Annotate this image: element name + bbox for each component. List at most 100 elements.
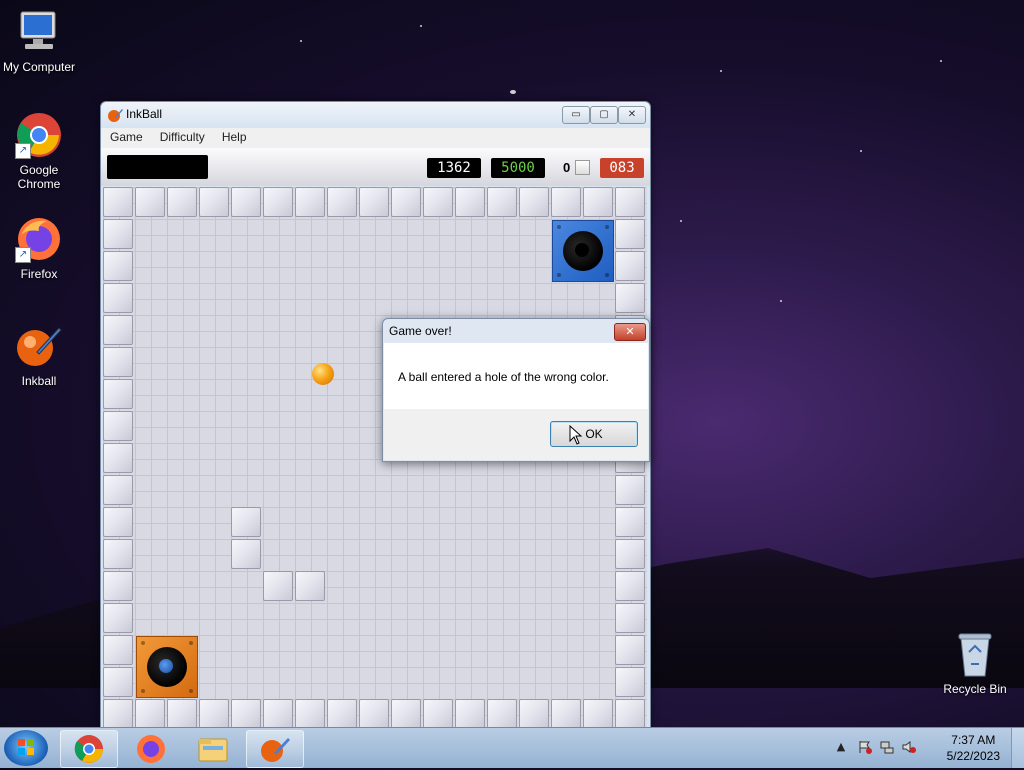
- star: [680, 220, 682, 222]
- start-button[interactable]: [4, 730, 48, 766]
- score-bar: 1362 5000 0 083: [101, 148, 650, 186]
- wall-block: [615, 219, 645, 249]
- menu-game[interactable]: Game: [101, 128, 151, 144]
- wall-block: [519, 699, 549, 729]
- star: [300, 40, 302, 42]
- action-center-flag-icon[interactable]: [858, 740, 872, 754]
- close-icon: ✕: [625, 325, 635, 338]
- desktop-icon-label: Recycle Bin: [943, 682, 1007, 696]
- wall-block: [615, 539, 645, 569]
- wall-block: [103, 507, 133, 537]
- desktop-icon-recycle-bin[interactable]: Recycle Bin: [936, 630, 1014, 696]
- taskbar-chrome[interactable]: [60, 730, 118, 768]
- show-desktop-button[interactable]: [1011, 728, 1024, 768]
- desktop-icon-my-computer[interactable]: My Computer: [0, 8, 78, 74]
- minimize-button[interactable]: ▭: [562, 106, 590, 124]
- hole-core: [159, 659, 173, 673]
- rivet: [189, 689, 193, 693]
- shortcut-arrow-icon: ↗: [15, 143, 31, 159]
- network-icon[interactable]: [880, 740, 894, 754]
- target-score: 5000: [491, 158, 545, 178]
- show-hidden-icons-arrow-icon[interactable]: ▲: [834, 740, 848, 754]
- wall-block: [615, 283, 645, 313]
- wall-block: [295, 571, 325, 601]
- menu-difficulty[interactable]: Difficulty: [151, 128, 213, 144]
- close-button[interactable]: ✕: [618, 106, 646, 124]
- wall-block: [103, 539, 133, 569]
- wall-block: [327, 699, 357, 729]
- clock-date: 5/22/2023: [946, 749, 1000, 763]
- dialog-title: Game over!: [389, 324, 452, 338]
- taskbar-inkball[interactable]: [246, 730, 304, 768]
- wall-block: [327, 187, 357, 217]
- wall-block: [487, 699, 517, 729]
- wall-block: [103, 667, 133, 697]
- maximize-button[interactable]: ▢: [590, 106, 618, 124]
- wall-block: [359, 187, 389, 217]
- wall-block: [295, 699, 325, 729]
- wall-block: [615, 187, 645, 217]
- wall-block: [263, 187, 293, 217]
- orange-ball: [312, 363, 334, 385]
- clock[interactable]: 7:37 AM 5/22/2023: [947, 732, 1000, 764]
- wall-block: [199, 699, 229, 729]
- close-icon: ✕: [627, 109, 637, 120]
- dialog-close-button[interactable]: ✕: [614, 323, 646, 341]
- dialog-message: A ball entered a hole of the wrong color…: [398, 370, 609, 384]
- wall-block: [103, 635, 133, 665]
- wall-block: [103, 315, 133, 345]
- wall-block: [615, 475, 645, 505]
- wall-block: [199, 187, 229, 217]
- wall-block: [103, 187, 133, 217]
- desktop-icon-inkball[interactable]: Inkball: [0, 322, 78, 388]
- balls-remaining-indicator: [575, 160, 590, 175]
- wall-block: [103, 411, 133, 441]
- dialog-footer: OK: [384, 409, 648, 460]
- clock-time: 7:37 AM: [951, 733, 996, 747]
- wall-block: [615, 635, 645, 665]
- current-score: 1362: [427, 158, 481, 178]
- star: [720, 70, 722, 72]
- rivet: [605, 273, 609, 277]
- inkball-icon: [15, 322, 63, 370]
- wall-block: [231, 187, 261, 217]
- folder-icon: [198, 738, 228, 762]
- volume-muted-icon[interactable]: [902, 740, 916, 754]
- ok-button[interactable]: OK: [550, 421, 638, 447]
- menu-help[interactable]: Help: [213, 128, 255, 144]
- taskbar-file-explorer[interactable]: [184, 730, 242, 768]
- taskbar-firefox[interactable]: [122, 730, 180, 768]
- maximize-icon: ▢: [599, 109, 609, 120]
- rivet: [189, 641, 193, 645]
- wall-block: [103, 219, 133, 249]
- wall-block: [167, 187, 197, 217]
- wall-block: [103, 283, 133, 313]
- desktop-icon-label: Firefox: [20, 267, 58, 281]
- wall-block: [167, 699, 197, 729]
- wall-block: [135, 187, 165, 217]
- rivet: [141, 689, 145, 693]
- wall-block: [103, 603, 133, 633]
- wall-block: [455, 699, 485, 729]
- wall-block: [615, 667, 645, 697]
- orange-hole: [136, 636, 198, 698]
- shortcut-arrow-icon: ↗: [15, 247, 31, 263]
- rivet: [141, 641, 145, 645]
- wall-block: [615, 571, 645, 601]
- star: [940, 60, 942, 62]
- firefox-icon: [137, 735, 165, 763]
- wall-block: [103, 347, 133, 377]
- system-tray: ▲ 7:37 AM 5/22/2023: [834, 728, 1024, 768]
- desktop-icon-firefox[interactable]: ↗ Firefox: [0, 215, 78, 281]
- wall-block: [615, 507, 645, 537]
- window-titlebar[interactable]: InkBall ▭ ▢ ✕: [101, 102, 650, 128]
- desktop-icon-google-chrome[interactable]: ↗ Google Chrome: [0, 111, 78, 191]
- wall-block: [263, 571, 293, 601]
- taskbar: ▲ 7:37 AM 5/22/2023: [0, 727, 1024, 768]
- computer-icon: [15, 8, 63, 56]
- firefox-icon: ↗: [15, 215, 63, 263]
- wall-block: [487, 187, 517, 217]
- wall-block: [231, 539, 261, 569]
- window-title: InkBall: [126, 107, 163, 121]
- hole-core: [575, 243, 589, 257]
